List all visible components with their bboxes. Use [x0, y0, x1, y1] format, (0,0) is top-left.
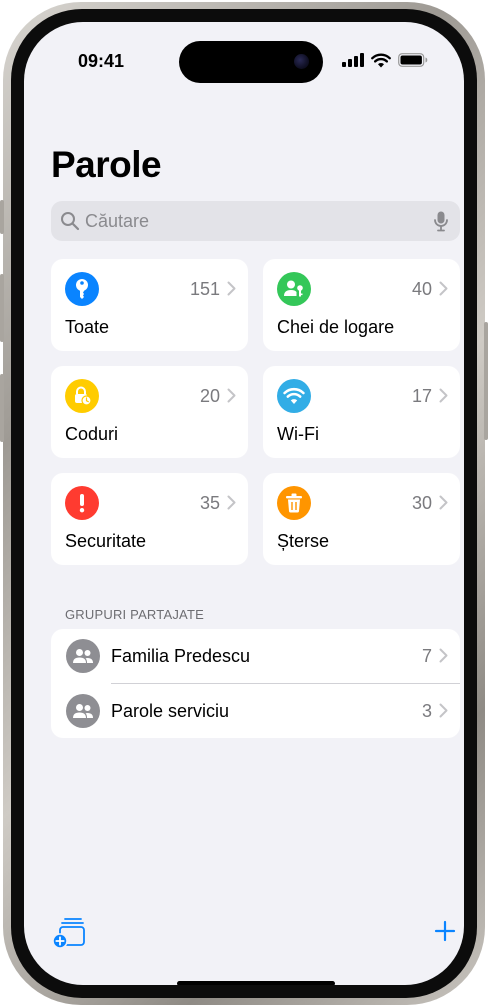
- group-name: Parole serviciu: [111, 701, 230, 721]
- wifi-icon: [277, 379, 311, 413]
- chevron-right-icon: [227, 388, 236, 403]
- group-row-parole-serviciu[interactable]: Parole serviciu 3: [51, 684, 460, 738]
- new-shared-group-icon[interactable]: [52, 917, 86, 949]
- search-bar[interactable]: [51, 201, 460, 241]
- microphone-icon[interactable]: [434, 211, 448, 232]
- category-label: Toate: [65, 317, 110, 337]
- chevron-right-icon: [439, 648, 448, 663]
- side-button: [484, 322, 488, 440]
- group-count: 3: [421, 701, 432, 721]
- front-camera: [294, 54, 309, 69]
- search-icon: [61, 212, 80, 231]
- group-name: Familia Predescu: [111, 646, 251, 666]
- action-button: [0, 200, 4, 234]
- chevron-right-icon: [227, 281, 236, 296]
- group-row-familia-predescu[interactable]: Familia Predescu 7: [51, 629, 460, 684]
- category-count: 17: [411, 386, 432, 406]
- category-wifi[interactable]: 17 Wi-Fi: [263, 366, 460, 458]
- home-indicator[interactable]: [177, 981, 335, 985]
- category-count: 35: [199, 493, 220, 513]
- category-label: Securitate: [65, 531, 147, 551]
- plus-icon[interactable]: [434, 920, 456, 942]
- category-count: 20: [199, 386, 220, 406]
- phone-frame: 09:41 Parole Căutare 151 Toate 40 Chei d…: [0, 2, 488, 1005]
- chevron-right-icon: [439, 281, 448, 296]
- dynamic-island: [179, 41, 323, 83]
- category-codes[interactable]: 20 Coduri: [51, 366, 248, 458]
- wifi-status-icon: [371, 53, 391, 67]
- volume-up-button: [0, 274, 4, 342]
- shared-groups-header: GRUPURI PARTAJATE: [65, 607, 204, 622]
- page-title: Parole: [51, 144, 162, 185]
- category-security[interactable]: 35 Securitate: [51, 473, 248, 565]
- trash-icon: [277, 486, 311, 520]
- search-input[interactable]: [85, 201, 425, 241]
- shared-groups-list: Familia Predescu 7 Parole serviciu 3: [51, 629, 460, 738]
- screen: 09:41 Parole Căutare 151 Toate 40 Chei d…: [24, 22, 464, 985]
- lock-clock-icon: [65, 379, 99, 413]
- category-label: Șterse: [277, 531, 330, 551]
- category-label: Chei de logare: [277, 317, 395, 337]
- category-count: 30: [411, 493, 432, 513]
- category-label: Coduri: [65, 424, 119, 444]
- people-icon: [66, 694, 100, 728]
- passkey-person-icon: [277, 272, 311, 306]
- category-deleted[interactable]: 30 Șterse: [263, 473, 460, 565]
- chevron-right-icon: [439, 388, 448, 403]
- status-icons: [342, 52, 428, 68]
- category-passkeys[interactable]: 40 Chei de logare: [263, 259, 460, 351]
- category-count: 151: [189, 279, 220, 299]
- phone-bezel: 09:41 Parole Căutare 151 Toate 40 Chei d…: [11, 9, 477, 998]
- status-time: 09:41: [78, 51, 125, 71]
- cellular-signal-icon: [342, 53, 364, 67]
- category-all[interactable]: 151 Toate: [51, 259, 248, 351]
- category-label: Wi-Fi: [277, 424, 319, 444]
- key-icon: [65, 272, 99, 306]
- exclamation-icon: [65, 486, 99, 520]
- group-count: 7: [421, 646, 432, 666]
- volume-down-button: [0, 374, 4, 442]
- category-count: 40: [411, 279, 432, 299]
- battery-icon: [398, 53, 428, 67]
- people-icon: [66, 639, 100, 673]
- chevron-right-icon: [439, 703, 448, 718]
- chevron-right-icon: [439, 495, 448, 510]
- chevron-right-icon: [227, 495, 236, 510]
